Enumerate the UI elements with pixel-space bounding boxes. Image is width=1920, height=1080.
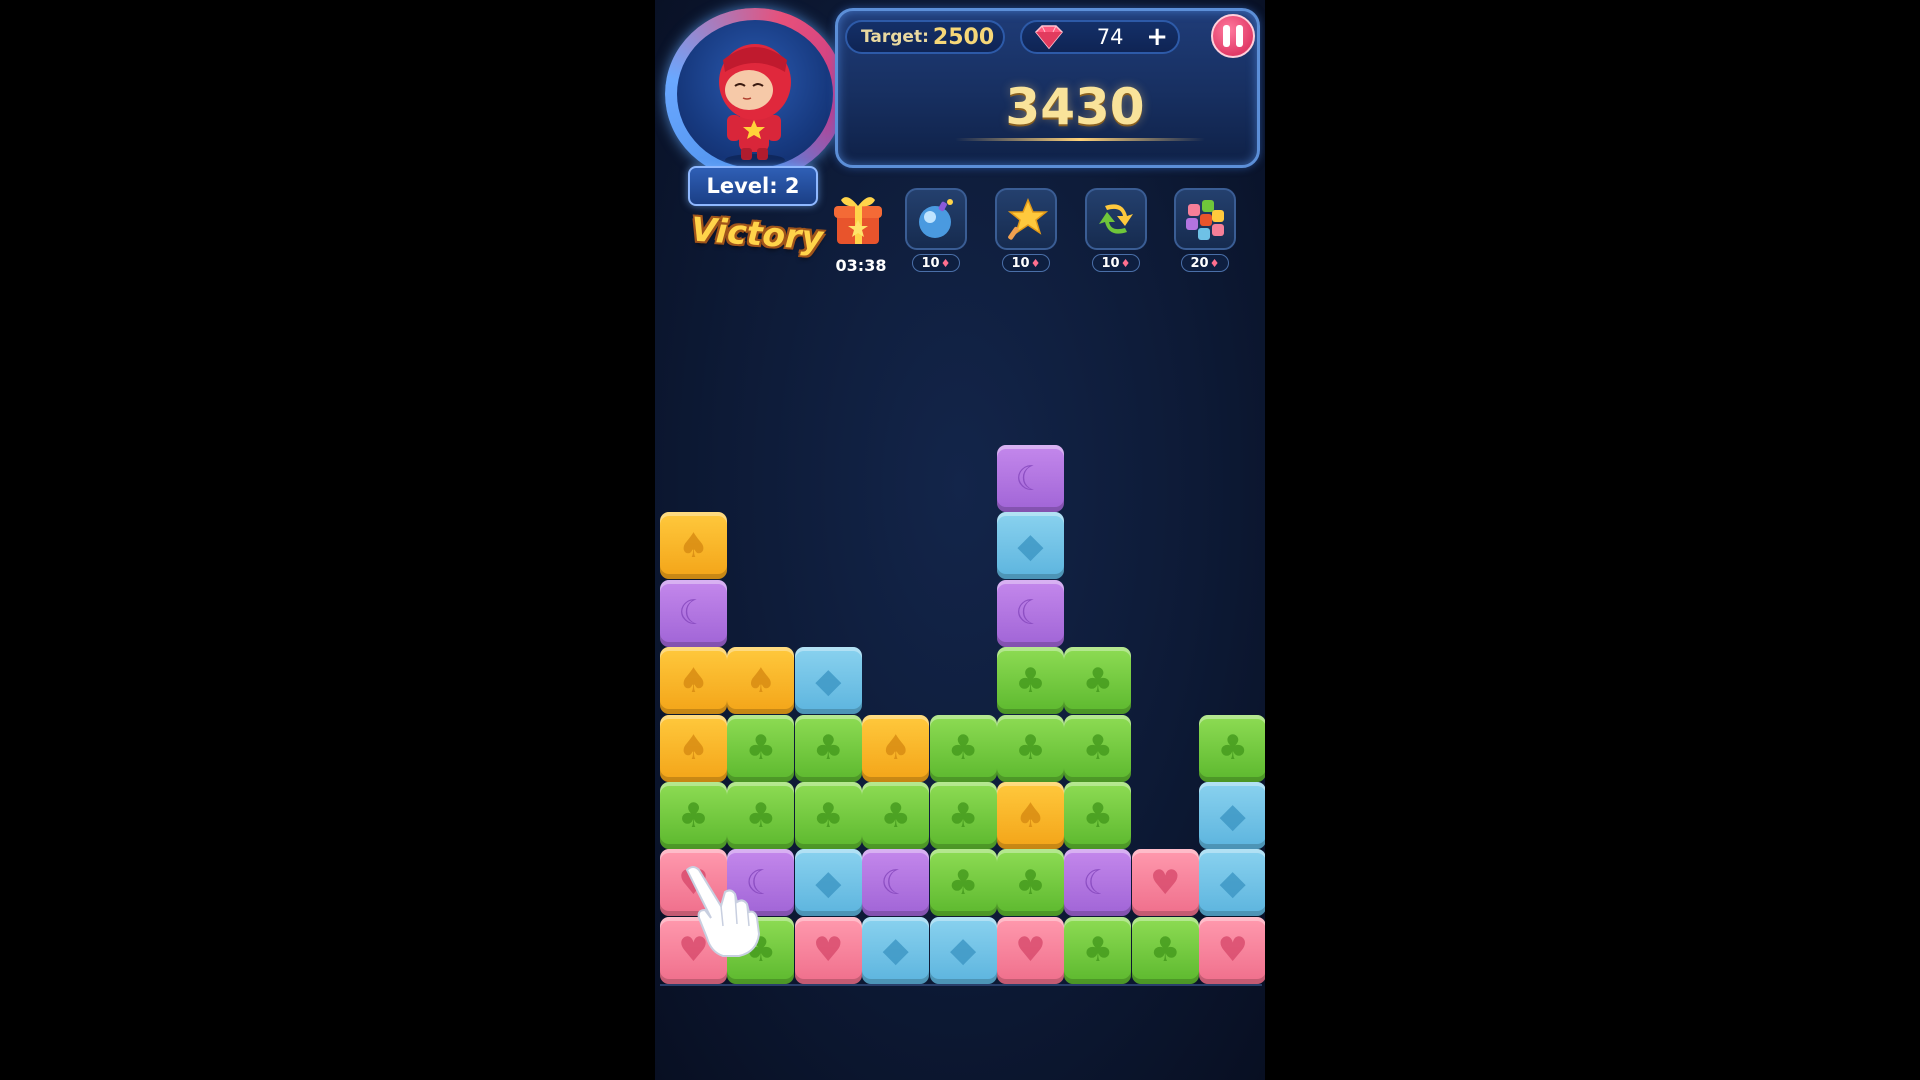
red-heart-icon: ♥ (813, 930, 844, 971)
purple-moon-icon: ☾ (1015, 593, 1046, 634)
tile-red-heart[interactable]: ♥ (1199, 916, 1265, 984)
green-club-icon: ♣ (947, 862, 979, 903)
tile-green-club[interactable]: ♣ (929, 849, 997, 917)
tile-green-club[interactable]: ♣ (929, 782, 997, 849)
tile-green-club[interactable]: ♣ (997, 714, 1064, 782)
tile-purple-moon[interactable]: ☾ (862, 849, 930, 917)
green-club-icon: ♣ (880, 795, 911, 836)
tile-yellow-spade[interactable]: ♠ (660, 714, 727, 782)
yellow-spade-icon: ♠ (678, 525, 709, 566)
tile-blue-diamond[interactable]: ◆ (929, 916, 997, 984)
purple-moon-icon: ☾ (678, 593, 709, 634)
tutorial-hand-pointer-icon (685, 866, 761, 957)
blue-diamond-icon: ◆ (815, 862, 842, 903)
tile-green-club[interactable]: ♣ (794, 714, 862, 782)
tile-yellow-spade[interactable]: ♠ (727, 647, 795, 715)
green-club-icon: ♣ (745, 795, 777, 836)
purple-moon-icon: ☾ (1015, 458, 1046, 499)
green-club-icon: ♣ (1082, 795, 1114, 836)
green-club-icon: ♣ (1150, 930, 1181, 971)
tile-green-club[interactable]: ♣ (862, 782, 930, 849)
tile-blue-diamond[interactable]: ◆ (1199, 849, 1265, 917)
tile-green-club[interactable]: ♣ (1199, 714, 1265, 782)
tile-blue-diamond[interactable]: ◆ (997, 512, 1064, 580)
tile-blue-diamond[interactable]: ◆ (862, 916, 930, 984)
green-club-icon: ♣ (1015, 862, 1046, 903)
tile-red-heart[interactable]: ♥ (794, 916, 862, 984)
green-club-icon: ♣ (1082, 728, 1114, 769)
tile-yellow-spade[interactable]: ♠ (997, 782, 1064, 849)
tile-green-club[interactable]: ♣ (929, 714, 997, 782)
board-floor (660, 984, 1262, 986)
tile-purple-moon[interactable]: ☾ (997, 579, 1064, 647)
blue-diamond-icon: ◆ (1219, 795, 1246, 836)
tile-green-club[interactable]: ♣ (1131, 916, 1199, 984)
yellow-spade-icon: ♠ (678, 660, 709, 701)
blue-diamond-icon: ◆ (950, 930, 977, 971)
tile-green-club[interactable]: ♣ (1064, 714, 1132, 782)
green-club-icon: ♣ (813, 795, 844, 836)
green-club-icon: ♣ (1082, 930, 1114, 971)
blue-diamond-icon: ◆ (1219, 862, 1246, 903)
tile-green-club[interactable]: ♣ (997, 849, 1064, 917)
tile-purple-moon[interactable]: ☾ (1064, 849, 1132, 917)
purple-moon-icon: ☾ (880, 862, 911, 903)
tile-blue-diamond[interactable]: ◆ (1199, 782, 1265, 849)
blue-diamond-icon: ◆ (815, 660, 842, 701)
green-club-icon: ♣ (1015, 660, 1046, 701)
tile-yellow-spade[interactable]: ♠ (660, 512, 727, 580)
red-heart-icon: ♥ (1015, 930, 1046, 971)
green-club-icon: ♣ (745, 728, 777, 769)
blue-diamond-icon: ◆ (1017, 525, 1044, 566)
tile-green-club[interactable]: ♣ (997, 647, 1064, 715)
tile-green-club[interactable]: ♣ (1064, 647, 1132, 715)
green-club-icon: ♣ (1015, 728, 1046, 769)
red-heart-icon: ♥ (1217, 930, 1248, 971)
tile-red-heart[interactable]: ♥ (1131, 849, 1199, 917)
green-club-icon: ♣ (1082, 660, 1114, 701)
green-club-icon: ♣ (947, 795, 979, 836)
blue-diamond-icon: ◆ (882, 930, 909, 971)
tile-green-club[interactable]: ♣ (1064, 782, 1132, 849)
green-club-icon: ♣ (1217, 728, 1248, 769)
yellow-spade-icon: ♠ (745, 660, 777, 701)
purple-moon-icon: ☾ (1082, 862, 1114, 903)
yellow-spade-icon: ♠ (880, 728, 911, 769)
tile-green-club[interactable]: ♣ (660, 782, 727, 849)
tile-blue-diamond[interactable]: ◆ (794, 647, 862, 715)
tile-red-heart[interactable]: ♥ (997, 916, 1064, 984)
tile-green-club[interactable]: ♣ (727, 782, 795, 849)
yellow-spade-icon: ♠ (1015, 795, 1046, 836)
red-heart-icon: ♥ (1150, 862, 1181, 903)
tile-blue-diamond[interactable]: ◆ (794, 849, 862, 917)
tile-yellow-spade[interactable]: ♠ (660, 647, 727, 715)
green-club-icon: ♣ (813, 728, 844, 769)
tile-yellow-spade[interactable]: ♠ (862, 714, 930, 782)
tile-purple-moon[interactable]: ☾ (997, 445, 1064, 512)
tile-green-club[interactable]: ♣ (794, 782, 862, 849)
tile-green-club[interactable]: ♣ (727, 714, 795, 782)
tile-purple-moon[interactable]: ☾ (660, 579, 727, 647)
yellow-spade-icon: ♠ (678, 728, 709, 769)
tile-green-club[interactable]: ♣ (1064, 916, 1132, 984)
green-club-icon: ♣ (678, 795, 709, 836)
green-club-icon: ♣ (947, 728, 979, 769)
game-screen: Target: 2500 74 + 3430 Level: 2 Victory … (655, 0, 1265, 1080)
